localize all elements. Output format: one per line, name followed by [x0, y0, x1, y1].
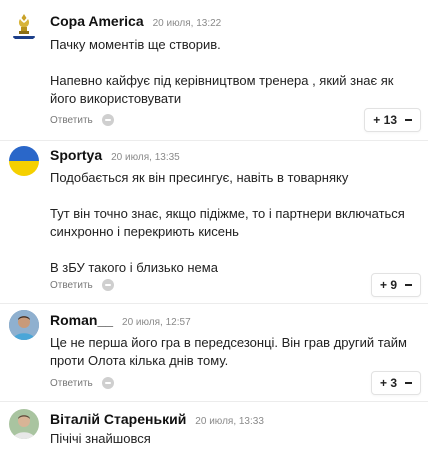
- more-options-icon[interactable]: [101, 377, 114, 389]
- comment-text: Це не перша його гра в передсезонці. Він…: [50, 334, 420, 370]
- downvote-button[interactable]: [405, 382, 412, 384]
- comment-header: Віталій Старенький 20 июля, 13:33: [50, 411, 264, 427]
- comment-paragraph: Напевно кайфує під керівництвом тренера …: [50, 73, 394, 106]
- copa-america-logo-avatar[interactable]: [9, 12, 39, 42]
- vote-widget: + 3: [370, 371, 421, 395]
- comment-author[interactable]: Copa America: [50, 13, 144, 29]
- comment-header: Sportya 20 июля, 13:35: [50, 147, 180, 163]
- reply-button[interactable]: Ответить: [50, 378, 93, 389]
- ukraine-flag-avatar[interactable]: [9, 146, 39, 176]
- comment-actions: Ответить: [50, 114, 114, 126]
- user-photo-avatar[interactable]: [9, 409, 39, 439]
- downvote-button[interactable]: [405, 284, 412, 286]
- vote-count[interactable]: + 3: [380, 376, 397, 390]
- comment-author[interactable]: Віталій Старенький: [50, 411, 186, 427]
- ukraine-flag-icon: [9, 146, 39, 176]
- divider: [0, 303, 428, 304]
- comment-time: 20 июля, 12:57: [122, 317, 191, 328]
- comment-header: Copa America 20 июля, 13:22: [50, 13, 221, 29]
- comment-time: 20 июля, 13:35: [111, 152, 180, 163]
- more-options-icon[interactable]: [101, 279, 114, 291]
- copa-america-logo-icon: [13, 14, 35, 39]
- vote-widget: + 13: [364, 108, 421, 132]
- comment-actions: Ответить: [50, 377, 114, 389]
- comment-text: Пічічі знайшовся: [50, 430, 420, 448]
- reply-button[interactable]: Ответить: [50, 280, 93, 291]
- comment-paragraph: В зБУ такого і близько нема: [50, 260, 218, 275]
- user-photo-avatar[interactable]: [9, 310, 39, 340]
- divider: [0, 140, 428, 141]
- vote-widget: + 9: [370, 273, 421, 297]
- comment-paragraph: Пічічі знайшовся: [50, 431, 151, 446]
- comment-author[interactable]: Sportya: [50, 147, 102, 163]
- comment-paragraph: Подобається як він пресингує, навіть в т…: [50, 170, 349, 185]
- comment-text: Пачку моментів ще створив. Напевно кайфу…: [50, 36, 420, 108]
- user-photo-icon: [9, 310, 39, 340]
- comment-time: 20 июля, 13:33: [195, 416, 264, 427]
- comment-text: Подобається як він пресингує, навіть в т…: [50, 169, 420, 277]
- vote-count[interactable]: + 9: [380, 278, 397, 292]
- reply-button[interactable]: Ответить: [50, 115, 93, 126]
- downvote-button[interactable]: [405, 119, 412, 121]
- vote-count[interactable]: + 13: [373, 113, 397, 127]
- comment-paragraph: Це не перша його гра в передсезонці. Він…: [50, 335, 407, 368]
- more-options-icon[interactable]: [101, 114, 114, 126]
- comment-paragraph: Тут він точно знає, якщо підіжме, то і п…: [50, 206, 405, 239]
- comment-header: Roman__ 20 июля, 12:57: [50, 312, 191, 328]
- divider: [0, 401, 428, 402]
- comment-author[interactable]: Roman__: [50, 312, 113, 328]
- comment-time: 20 июля, 13:22: [152, 18, 222, 29]
- comments-feed: Copa America 20 июля, 13:22 Пачку момент…: [0, 0, 428, 449]
- user-photo-icon: [9, 409, 39, 439]
- comment-paragraph: Пачку моментів ще створив.: [50, 37, 221, 52]
- comment-actions: Ответить: [50, 279, 114, 291]
